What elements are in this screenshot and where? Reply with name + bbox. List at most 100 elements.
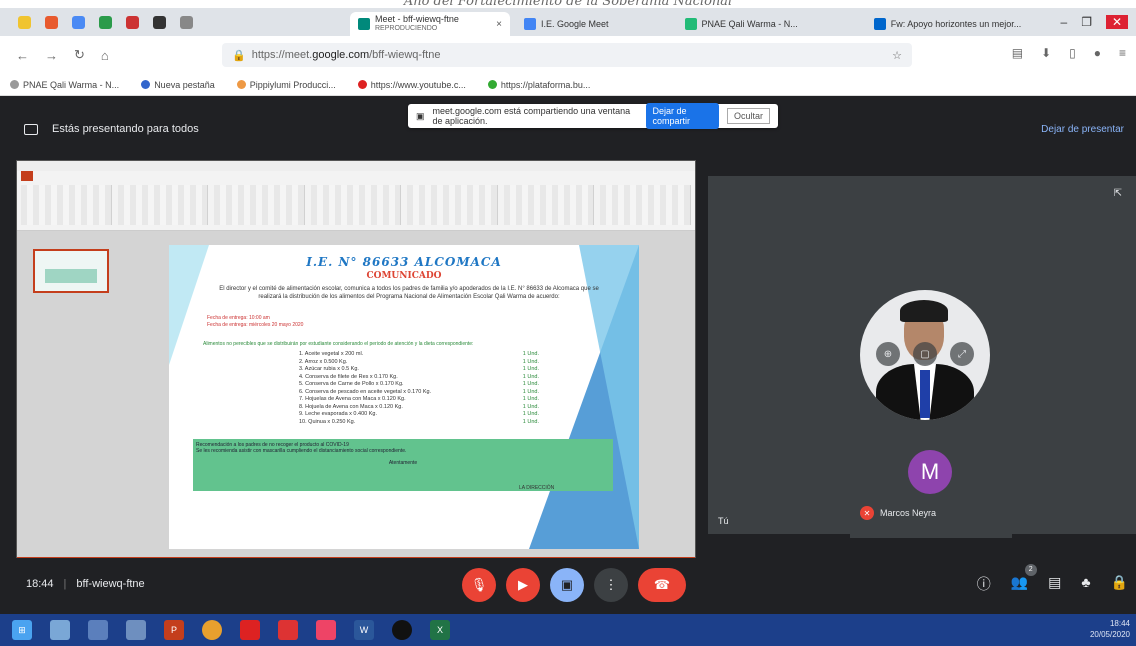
chrome-icon[interactable] bbox=[202, 620, 222, 640]
slide-item-name: 2. Arroz x 0.500 Kg. bbox=[299, 358, 348, 365]
pinned-tab-icon[interactable] bbox=[180, 15, 193, 29]
browser-tab-strip: Meet - bff-wiewq-ftne REPRODUCIENDO × I.E… bbox=[0, 8, 1136, 36]
bookmark-item[interactable]: https://www.youtube.c... bbox=[357, 80, 466, 90]
slide-signature: LA DIRECCIÓN bbox=[519, 485, 555, 491]
forward-icon[interactable]: → bbox=[45, 48, 58, 63]
mic-off-button[interactable]: 🎙 bbox=[462, 568, 496, 602]
tab-meet[interactable]: Meet - bff-wiewq-ftne REPRODUCIENDO × bbox=[350, 12, 510, 36]
share-banner-text: meet.google.com está compartiendo una ve… bbox=[432, 106, 631, 126]
library-icon[interactable]: ▤ bbox=[1012, 46, 1023, 60]
window-controls: – ❐ ✕ bbox=[1061, 8, 1128, 36]
shared-presentation[interactable]: I.E. N° 86633 ALCOMACA COMUNICADO El dir… bbox=[16, 160, 696, 568]
tab-subtitle: REPRODUCIENDO bbox=[375, 25, 438, 32]
frame-icon[interactable]: ▢ bbox=[913, 342, 937, 366]
ribbon-group[interactable] bbox=[310, 185, 402, 225]
bookmark-item[interactable]: Nueva pestaña bbox=[141, 80, 215, 90]
call-controls: 🎙 ▶ ▣ ⋮ ☎ bbox=[462, 568, 686, 602]
media-icon[interactable] bbox=[88, 620, 108, 640]
bookmark-item[interactable]: https://plataforma.bu... bbox=[487, 80, 590, 90]
firefox-icon[interactable] bbox=[316, 620, 336, 640]
back-icon[interactable]: ← bbox=[16, 48, 29, 63]
people-icon[interactable]: 👥 2 bbox=[1011, 564, 1037, 594]
pinned-tabs bbox=[0, 15, 193, 29]
host-controls-icon[interactable]: 🔒 bbox=[1111, 574, 1128, 594]
brave-icon[interactable] bbox=[278, 620, 298, 640]
system-tray: 18:44 20/05/2020 bbox=[1090, 618, 1130, 640]
url-path: /bff-wiewq-ftne bbox=[369, 49, 441, 61]
participant-tile[interactable]: M ✕ Marcos Neyra bbox=[850, 428, 1012, 538]
slide-item-name: 6. Conserva de pescado en aceite vegetal… bbox=[299, 388, 432, 395]
bookmark-item[interactable]: Pippiylumi Producci... bbox=[236, 80, 336, 90]
pinned-tab-icon[interactable] bbox=[99, 15, 112, 29]
menu-icon[interactable]: ≡ bbox=[1119, 46, 1126, 60]
bookmark-star-icon[interactable]: ☆ bbox=[892, 49, 902, 62]
ribbon-group[interactable] bbox=[600, 185, 692, 225]
participant-count-badge: 2 bbox=[1024, 564, 1037, 576]
slide-item-qty: 1 Und. bbox=[522, 403, 539, 410]
camera-off-button[interactable]: ▶ bbox=[506, 568, 540, 602]
muted-mic-icon: ✕ bbox=[860, 506, 874, 520]
bookmark-icon bbox=[10, 80, 19, 89]
maximize-icon[interactable]: ❐ bbox=[1081, 15, 1092, 29]
pinned-tab-icon[interactable] bbox=[18, 15, 31, 29]
ppt-titlebar bbox=[17, 161, 695, 171]
side-controls: ⓘ 👥 2 ▤ ♣ 🔒 bbox=[977, 564, 1128, 594]
pinned-tab-icon[interactable] bbox=[153, 15, 166, 29]
hide-button[interactable]: Ocultar bbox=[726, 108, 770, 124]
chat-icon[interactable]: ▤ bbox=[1048, 574, 1061, 594]
pinned-tab-icon[interactable] bbox=[45, 15, 58, 29]
tab-item[interactable]: PNAE Qali Warma - N... bbox=[677, 12, 806, 36]
reload-icon[interactable]: ↻ bbox=[74, 47, 85, 63]
windows-start-icon[interactable]: ⊞ bbox=[12, 620, 32, 640]
pinned-tab-icon[interactable] bbox=[126, 15, 139, 29]
url-prefix: https://meet. bbox=[251, 49, 313, 61]
slide-item-name: 4. Conserva de filete de Res x 0.170 Kg. bbox=[299, 373, 398, 380]
slide-item-row: 10. Quinua x 0.250 Kg. 1 Und. bbox=[299, 419, 539, 427]
end-call-button[interactable]: ☎ bbox=[638, 568, 686, 602]
address-bar-row: ← → ↻ ⌂ 🔒 https://meet. google.com/bff-wi… bbox=[0, 36, 1136, 74]
extension-icon[interactable]: ● bbox=[1094, 46, 1101, 60]
url-domain: google.com bbox=[312, 49, 370, 61]
app-icon[interactable] bbox=[126, 620, 146, 640]
minimize-icon[interactable]: – bbox=[1061, 15, 1068, 29]
slide-item-row: 5. Conserva de Carne de Pollo x 0.170 Kg… bbox=[299, 381, 539, 389]
app-dark-icon[interactable] bbox=[392, 620, 412, 640]
pin-icon[interactable]: ⇱ bbox=[1114, 188, 1122, 199]
ppt-file-tab[interactable] bbox=[21, 171, 33, 181]
explorer-icon[interactable] bbox=[50, 620, 70, 640]
ppt-tabs bbox=[17, 171, 695, 181]
word-icon[interactable]: W bbox=[354, 620, 374, 640]
tab-close-icon[interactable]: × bbox=[496, 19, 502, 30]
bookmark-item[interactable]: PNAE Qali Warma - N... bbox=[10, 80, 119, 90]
slide-subtitle: COMUNICADO bbox=[366, 271, 442, 281]
tab-item[interactable]: Fw: Apoyo horizontes un mejor... bbox=[866, 12, 1030, 36]
slide-dates: Fecha de entrega: 10:00 am Fecha de entr… bbox=[207, 315, 303, 329]
tab-item[interactable]: I.E. Google Meet bbox=[516, 12, 617, 36]
ribbon-group[interactable] bbox=[21, 185, 112, 225]
pin-participant-icon[interactable]: ⊕ bbox=[876, 342, 900, 366]
home-icon[interactable]: ⌂ bbox=[101, 48, 109, 63]
expand-icon[interactable]: ⤢ bbox=[950, 342, 974, 366]
powerpoint-icon[interactable]: P bbox=[164, 620, 184, 640]
present-button[interactable]: ▣ bbox=[550, 568, 584, 602]
slide-thumbnail[interactable] bbox=[33, 249, 109, 293]
slide-item-row: 9. Leche evaporada x 0.400 Kg. 1 Und. bbox=[299, 411, 539, 419]
info-icon[interactable]: ⓘ bbox=[977, 574, 991, 594]
ribbon-group[interactable] bbox=[117, 185, 209, 225]
more-options-button[interactable]: ⋮ bbox=[594, 568, 628, 602]
sidebar-icon[interactable]: ▯ bbox=[1069, 46, 1076, 60]
pinned-tab-icon[interactable] bbox=[72, 15, 85, 29]
activities-icon[interactable]: ♣ bbox=[1081, 574, 1090, 594]
stop-share-button[interactable]: Dejar de compartir bbox=[645, 103, 719, 129]
excel-icon[interactable]: X bbox=[430, 620, 450, 640]
url-input[interactable]: 🔒 https://meet. google.com/bff-wiewq-ftne… bbox=[222, 43, 912, 67]
stop-presenting-button[interactable]: Dejar de presentar bbox=[1041, 124, 1124, 135]
ribbon-group[interactable] bbox=[503, 185, 595, 225]
ribbon-group[interactable] bbox=[214, 185, 305, 225]
close-window-icon[interactable]: ✕ bbox=[1106, 15, 1128, 29]
present-screen-icon bbox=[24, 123, 38, 135]
download-icon[interactable]: ⬇ bbox=[1041, 46, 1051, 60]
screen: Año del Fortalecimiento de la Soberanía … bbox=[0, 0, 1136, 646]
pdf-icon[interactable] bbox=[240, 620, 260, 640]
ribbon-group[interactable] bbox=[407, 185, 498, 225]
